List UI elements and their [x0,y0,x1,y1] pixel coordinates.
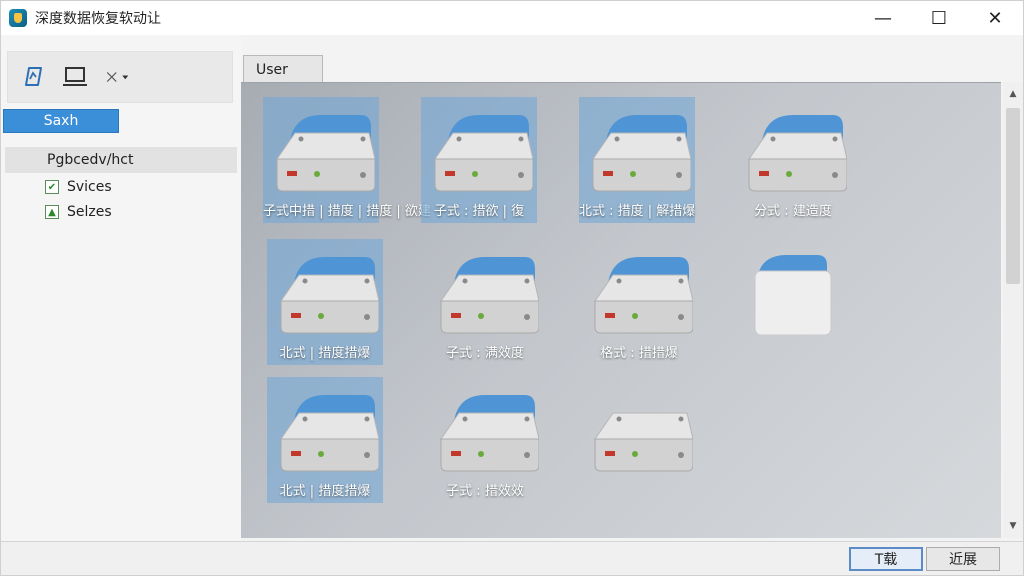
hard-drive-icon [434,115,533,192]
drive-item[interactable]: 北式 | 措度措爆 [267,239,383,365]
drive-item[interactable]: 子式 : 满效度 [427,239,543,365]
hard-drive-icon [276,115,375,192]
hard-drive-icon [440,257,539,334]
drive-label: 格式 : 措措爆 [600,346,678,361]
hard-drive-icon [594,257,693,334]
drive-grid: 子式中措 | 措度 | 措度 | 欲建 子式 : 措欲 | 復 北式 : 措度 | … [241,82,1001,538]
hard-drive-icon [280,257,379,334]
drive-item[interactable]: 格式 : 措措爆 [581,239,697,365]
tree-root[interactable]: Pgbcedv/hct [5,147,237,173]
search-button[interactable]: Saxh [3,109,119,133]
drive-item[interactable] [581,377,697,503]
hard-drive-icon [748,115,847,192]
drive-label: 北式 | 措度措爆 [279,346,371,361]
drive-item[interactable]: 子式 : 措欲 | 復 [421,97,537,223]
hard-drive-icon [440,395,539,472]
close-dropdown-icon[interactable] [102,62,132,92]
checkbox-icon[interactable]: ✔ [45,180,59,194]
drive-item[interactable]: 子式中措 | 措度 | 措度 | 欲建 [263,97,431,223]
scroll-thumb[interactable] [1006,108,1020,284]
drive-label: 分式 : 建造度 [754,204,832,219]
hard-drive-icon [594,412,693,472]
drive-item[interactable]: 子式 : 措效效 [427,377,543,503]
vertical-scrollbar[interactable]: ▲ ▼ [1003,82,1023,538]
primary-button[interactable]: T载 [849,547,923,571]
window-title: 深度数据恢复软动让 [35,11,161,27]
drive-item[interactable]: 北式 : 措度 | 解措爆 [579,97,695,223]
secondary-button[interactable]: 近展 [926,547,1000,571]
drive-label: 北式 : 措度 | 解措爆 [579,204,696,219]
hard-drive-icon [754,255,832,335]
image-icon[interactable]: ▲ [45,205,59,219]
scroll-down-icon[interactable]: ▼ [1003,518,1023,534]
drive-item[interactable]: 分式 : 建造度 [735,97,851,223]
tree-item-selzes[interactable]: ▲ Selzes [45,202,112,222]
computer-icon[interactable] [60,62,90,92]
title-bar: 深度数据恢复软动让 — ☐ ✕ [1,1,1023,35]
maximize-button[interactable]: ☐ [911,1,967,35]
tree-item-label: Svices [67,179,112,195]
drive-label: 北式 | 措度措爆 [279,484,371,499]
hard-drive-icon [280,395,379,472]
bottom-bar: T载 近展 [1,541,1023,575]
app-logo-icon [9,9,27,27]
minimize-button[interactable]: — [855,1,911,35]
drive-label: 子式 : 满效度 [446,346,524,361]
hard-drive-icon [592,115,691,192]
app-window: 深度数据恢复软动让 — ☐ ✕ Saxh Pgbcedv/hct ✔ Svice… [0,0,1024,576]
drive-label: 子式 : 措欲 | 復 [433,204,525,219]
tree-item-label: Selzes [67,204,112,220]
drive-card-icon[interactable] [18,62,48,92]
tree-item-services[interactable]: ✔ Svices [45,177,112,197]
drive-item[interactable]: 北式 | 措度措爆 [267,377,383,503]
close-button[interactable]: ✕ [967,1,1023,35]
toolbar [7,51,233,103]
drive-item[interactable] [739,239,855,365]
drive-label: 子式中措 | 措度 | 措度 | 欲建 [263,204,431,219]
drive-label: 子式 : 措效效 [446,484,524,499]
left-panel: Saxh Pgbcedv/hct ✔ Svices ▲ Selzes [1,35,241,541]
tab-user[interactable]: User [243,55,323,83]
scroll-up-icon[interactable]: ▲ [1003,86,1023,102]
window-controls: — ☐ ✕ [855,1,1023,35]
